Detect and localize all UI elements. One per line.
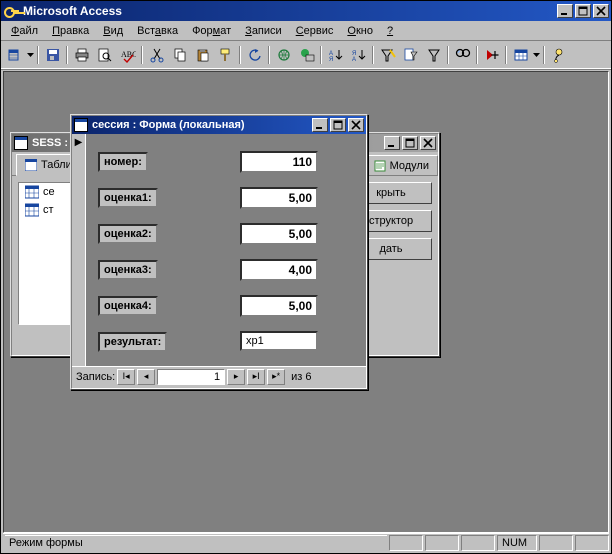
menu-records[interactable]: Записи — [239, 23, 288, 39]
nav-first-button[interactable]: I◂ — [117, 369, 135, 385]
access-key-icon — [3, 3, 19, 19]
web-toolbar-button[interactable] — [295, 44, 318, 66]
field-oc4[interactable]: 5,00 — [240, 295, 318, 317]
status-mode: Режим формы — [5, 535, 387, 551]
database-icon — [14, 136, 28, 150]
status-pane — [425, 535, 459, 551]
form-body: номер: оценка1: оценка2: оценка3: оценка… — [72, 134, 366, 366]
label-oc3: оценка3: — [98, 260, 158, 280]
form-close-button[interactable] — [348, 118, 364, 132]
nav-new-button[interactable]: ▸* — [267, 369, 285, 385]
form-window[interactable]: сессия : Форма (локальная) номер: оценка… — [70, 114, 368, 390]
menu-edit[interactable]: Правка — [46, 23, 95, 39]
preview-button[interactable] — [93, 44, 116, 66]
sort-asc-button[interactable]: AЯ — [324, 44, 347, 66]
menu-help[interactable]: ? — [381, 23, 399, 39]
find-button[interactable] — [451, 44, 474, 66]
field-oc2[interactable]: 5,00 — [240, 223, 318, 245]
close-button[interactable] — [593, 4, 609, 18]
menu-view[interactable]: Вид — [97, 23, 129, 39]
filter-selection-button[interactable] — [376, 44, 399, 66]
mdi-client-area: SESS : Табли Модули — [3, 71, 609, 533]
filter-form-button[interactable] — [399, 44, 422, 66]
main-application-window: Microsoft Access Файл Правка Вид Вставка… — [0, 0, 612, 554]
form-title: сессия : Форма (локальная) — [92, 119, 312, 131]
label-oc2: оценка2: — [98, 224, 158, 244]
menubar: Файл Правка Вид Вставка Формат Записи Се… — [1, 21, 611, 41]
nav-last-button[interactable]: ▸I — [247, 369, 265, 385]
format-painter-button[interactable] — [214, 44, 237, 66]
nav-prev-button[interactable]: ◂ — [137, 369, 155, 385]
menu-window[interactable]: Окно — [341, 23, 379, 39]
status-num: NUM — [497, 535, 537, 551]
db-close-button[interactable] — [420, 136, 436, 150]
maximize-button[interactable] — [575, 4, 591, 18]
tab-modules[interactable]: Модули — [365, 155, 438, 175]
paste-button[interactable] — [191, 44, 214, 66]
svg-text:ABC: ABC — [121, 50, 136, 59]
db-minimize-button[interactable] — [384, 136, 400, 150]
main-titlebar: Microsoft Access — [1, 1, 611, 21]
apply-filter-button[interactable] — [422, 44, 445, 66]
tab-tables-label: Табли — [41, 159, 72, 171]
app-title: Microsoft Access — [23, 4, 557, 18]
menu-format[interactable]: Формат — [186, 23, 237, 39]
form-icon — [74, 118, 88, 132]
tab-modules-label: Модули — [390, 160, 429, 172]
nav-record-number[interactable]: 1 — [157, 369, 225, 385]
cut-button[interactable] — [145, 44, 168, 66]
menu-tools[interactable]: Сервис — [290, 23, 340, 39]
table-item-icon — [25, 185, 39, 199]
label-oc1: оценка1: — [98, 188, 158, 208]
table-icon — [25, 159, 37, 171]
database-window-button[interactable] — [509, 44, 532, 66]
status-pane — [461, 535, 495, 551]
statusbar: Режим формы NUM — [3, 533, 609, 551]
db-maximize-button[interactable] — [402, 136, 418, 150]
field-result[interactable]: хр1 — [240, 331, 318, 351]
toolbar: ABC AЯ ЯA — [1, 41, 611, 69]
status-pane — [389, 535, 423, 551]
module-icon — [374, 160, 386, 172]
sort-desc-button[interactable]: ЯA — [347, 44, 370, 66]
view-dropdown[interactable] — [26, 53, 35, 57]
label-oc4: оценка4: — [98, 296, 158, 316]
svg-text:A: A — [352, 57, 356, 63]
view-button[interactable] — [3, 44, 26, 66]
field-nomer[interactable]: 110 — [240, 151, 318, 173]
menu-insert[interactable]: Вставка — [131, 23, 184, 39]
table-item-icon — [25, 203, 39, 217]
database-window-dropdown[interactable] — [532, 53, 541, 57]
field-oc3[interactable]: 4,00 — [240, 259, 318, 281]
minimize-button[interactable] — [557, 4, 573, 18]
label-result: результат: — [98, 332, 167, 352]
label-nomer: номер: — [98, 152, 148, 172]
nav-next-button[interactable]: ▸ — [227, 369, 245, 385]
list-item-label: се — [43, 186, 55, 198]
form-titlebar[interactable]: сессия : Форма (локальная) — [72, 116, 366, 134]
new-record-button[interactable] — [480, 44, 503, 66]
print-button[interactable] — [70, 44, 93, 66]
list-item-label: ст — [43, 204, 54, 216]
svg-text:Я: Я — [329, 57, 333, 63]
spelling-button[interactable]: ABC — [116, 44, 139, 66]
record-navigator: Запись: I◂ ◂ 1 ▸ ▸I ▸* из 6 — [72, 366, 366, 386]
recnav-count: из 6 — [291, 371, 311, 383]
undo-button[interactable] — [243, 44, 266, 66]
office-assistant-button[interactable] — [547, 44, 570, 66]
recnav-label: Запись: — [76, 371, 115, 383]
main-window-buttons — [557, 4, 609, 18]
status-pane — [575, 535, 609, 551]
status-pane — [539, 535, 573, 551]
record-selector[interactable] — [72, 134, 86, 366]
form-maximize-button[interactable] — [330, 118, 346, 132]
save-button[interactable] — [41, 44, 64, 66]
menu-file-label: айл — [19, 25, 38, 37]
copy-button[interactable] — [168, 44, 191, 66]
form-minimize-button[interactable] — [312, 118, 328, 132]
hyperlink-button[interactable] — [272, 44, 295, 66]
menu-file[interactable]: Файл — [5, 23, 44, 39]
field-oc1[interactable]: 5,00 — [240, 187, 318, 209]
